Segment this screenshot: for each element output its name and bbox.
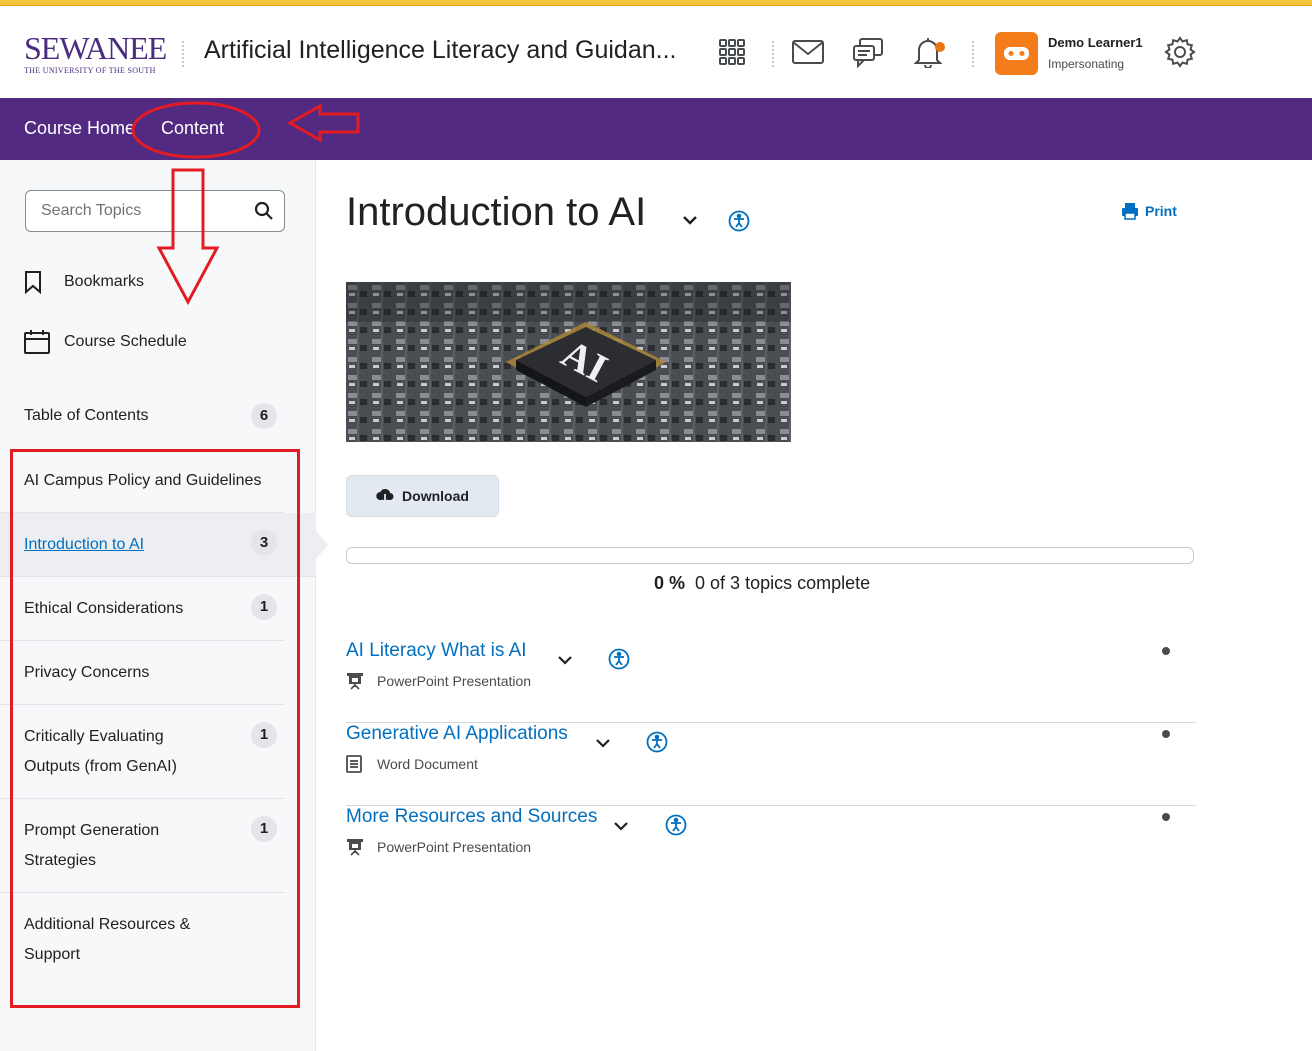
module-count-badge: 1 (251, 594, 277, 620)
progress-bar (346, 547, 1194, 564)
main-content: Introduction to AI Print AI Download 0 %… (316, 160, 1312, 1051)
progress-text: 0 of 3 topics complete (695, 573, 871, 593)
bookmarks-link[interactable]: Bookmarks (24, 270, 144, 294)
print-label: Print (1145, 203, 1177, 219)
avatar[interactable] (995, 32, 1038, 75)
presentation-icon (346, 838, 377, 856)
circuit-board-illustration: AI (346, 282, 791, 442)
search-input[interactable]: Search Topics (25, 190, 285, 232)
print-button[interactable]: Print (1121, 202, 1177, 220)
completion-dot (1162, 813, 1170, 821)
module-item[interactable]: Prompt Generation Strategies 1 (0, 799, 285, 893)
module-label: Ethical Considerations (24, 600, 184, 617)
document-icon (346, 755, 377, 773)
header-divider (772, 41, 774, 67)
accessibility-icon[interactable] (728, 210, 750, 237)
bell-icon[interactable] (910, 34, 946, 70)
content-sidebar: Search Topics Bookmarks Course Schedule … (0, 160, 328, 1051)
nav-content[interactable]: Content (161, 118, 224, 139)
accessibility-icon[interactable] (665, 814, 687, 841)
bookmarks-label: Bookmarks (64, 273, 145, 290)
module-count-badge: 1 (251, 722, 277, 748)
chevron-down-icon[interactable] (596, 735, 610, 753)
module-item[interactable]: Ethical Considerations 1 (0, 577, 285, 641)
download-label: Download (402, 488, 469, 504)
course-schedule-link[interactable]: Course Schedule (24, 330, 187, 354)
presentation-icon (346, 672, 377, 690)
module-label[interactable]: Introduction to AI (24, 536, 144, 553)
toc-count-badge: 6 (251, 403, 277, 429)
topic-type: PowerPoint Presentation (346, 672, 531, 690)
table-of-contents-link[interactable]: Table of Contents (24, 407, 149, 425)
topic-type: Word Document (346, 755, 478, 773)
topic-type: PowerPoint Presentation (346, 838, 531, 856)
module-list: AI Campus Policy and Guidelines Introduc… (0, 449, 328, 986)
module-label: Privacy Concerns (24, 664, 150, 681)
header-divider (972, 41, 974, 67)
notification-dot (935, 42, 945, 52)
module-item[interactable]: Privacy Concerns (0, 641, 285, 705)
course-navbar: Course Home Content (0, 98, 1312, 160)
chevron-down-icon[interactable] (558, 652, 572, 670)
course-title[interactable]: Artificial Intelligence Literacy and Gui… (204, 36, 676, 65)
logo-wordmark: SEWANEE (24, 30, 167, 66)
chevron-down-icon[interactable] (682, 212, 698, 230)
progress-summary: 0 % 0 of 3 topics complete (654, 573, 870, 594)
header: SEWANEE THE UNIVERSITY OF THE SOUTH Arti… (0, 6, 1312, 98)
search-icon[interactable] (254, 201, 274, 226)
progress-percent: 0 % (654, 573, 686, 593)
topic-item: Generative AI Applications Word Document (346, 723, 1196, 806)
mail-icon[interactable] (790, 34, 826, 70)
header-divider (182, 41, 184, 67)
nav-course-home[interactable]: Course Home (24, 118, 135, 139)
module-item[interactable]: AI Campus Policy and Guidelines (0, 449, 285, 513)
user-role: Impersonating (1048, 57, 1125, 71)
topic-title-link[interactable]: Generative AI Applications (346, 723, 568, 745)
topic-type-label: PowerPoint Presentation (377, 839, 532, 855)
module-count-badge: 1 (251, 816, 277, 842)
module-label: Additional Resources & Support (24, 916, 191, 963)
download-button[interactable]: Download (346, 475, 499, 517)
topic-title-link[interactable]: AI Literacy What is AI (346, 640, 527, 662)
accessibility-icon[interactable] (646, 731, 668, 758)
module-label: AI Campus Policy and Guidelines (24, 472, 262, 489)
module-count-badge: 3 (251, 530, 277, 556)
accessibility-icon[interactable] (608, 648, 630, 675)
topic-type-label: PowerPoint Presentation (377, 673, 532, 689)
course-schedule-label: Course Schedule (64, 333, 187, 350)
topic-item: AI Literacy What is AI PowerPoint Presen… (346, 640, 1196, 723)
user-name[interactable]: Demo Learner1 (1048, 35, 1143, 50)
apps-grid-icon[interactable] (714, 34, 750, 70)
module-item[interactable]: Critically Evaluating Outputs (from GenA… (0, 705, 285, 799)
calendar-icon (24, 330, 50, 354)
banner-image: AI (346, 282, 791, 442)
search-placeholder: Search Topics (41, 202, 142, 219)
completion-dot (1162, 647, 1170, 655)
gear-icon[interactable] (1162, 34, 1198, 70)
module-label: Prompt Generation Strategies (24, 822, 160, 869)
printer-icon (1121, 202, 1139, 220)
chevron-down-icon[interactable] (614, 818, 628, 836)
chat-icon[interactable] (850, 34, 886, 70)
cloud-download-icon (376, 488, 394, 504)
topic-item: More Resources and Sources PowerPoint Pr… (346, 806, 1196, 889)
logo-subtitle: THE UNIVERSITY OF THE SOUTH (24, 66, 156, 75)
module-item[interactable]: Additional Resources & Support (0, 893, 285, 986)
completion-dot (1162, 730, 1170, 738)
topic-type-label: Word Document (377, 756, 478, 772)
module-label: Critically Evaluating Outputs (from GenA… (24, 728, 177, 775)
page-title: Introduction to AI (346, 190, 647, 234)
topic-title-link[interactable]: More Resources and Sources (346, 806, 597, 828)
sewanee-logo[interactable]: SEWANEE THE UNIVERSITY OF THE SOUTH (24, 30, 167, 82)
bookmark-icon (24, 270, 50, 294)
module-item-active[interactable]: Introduction to AI 3 (0, 513, 328, 577)
